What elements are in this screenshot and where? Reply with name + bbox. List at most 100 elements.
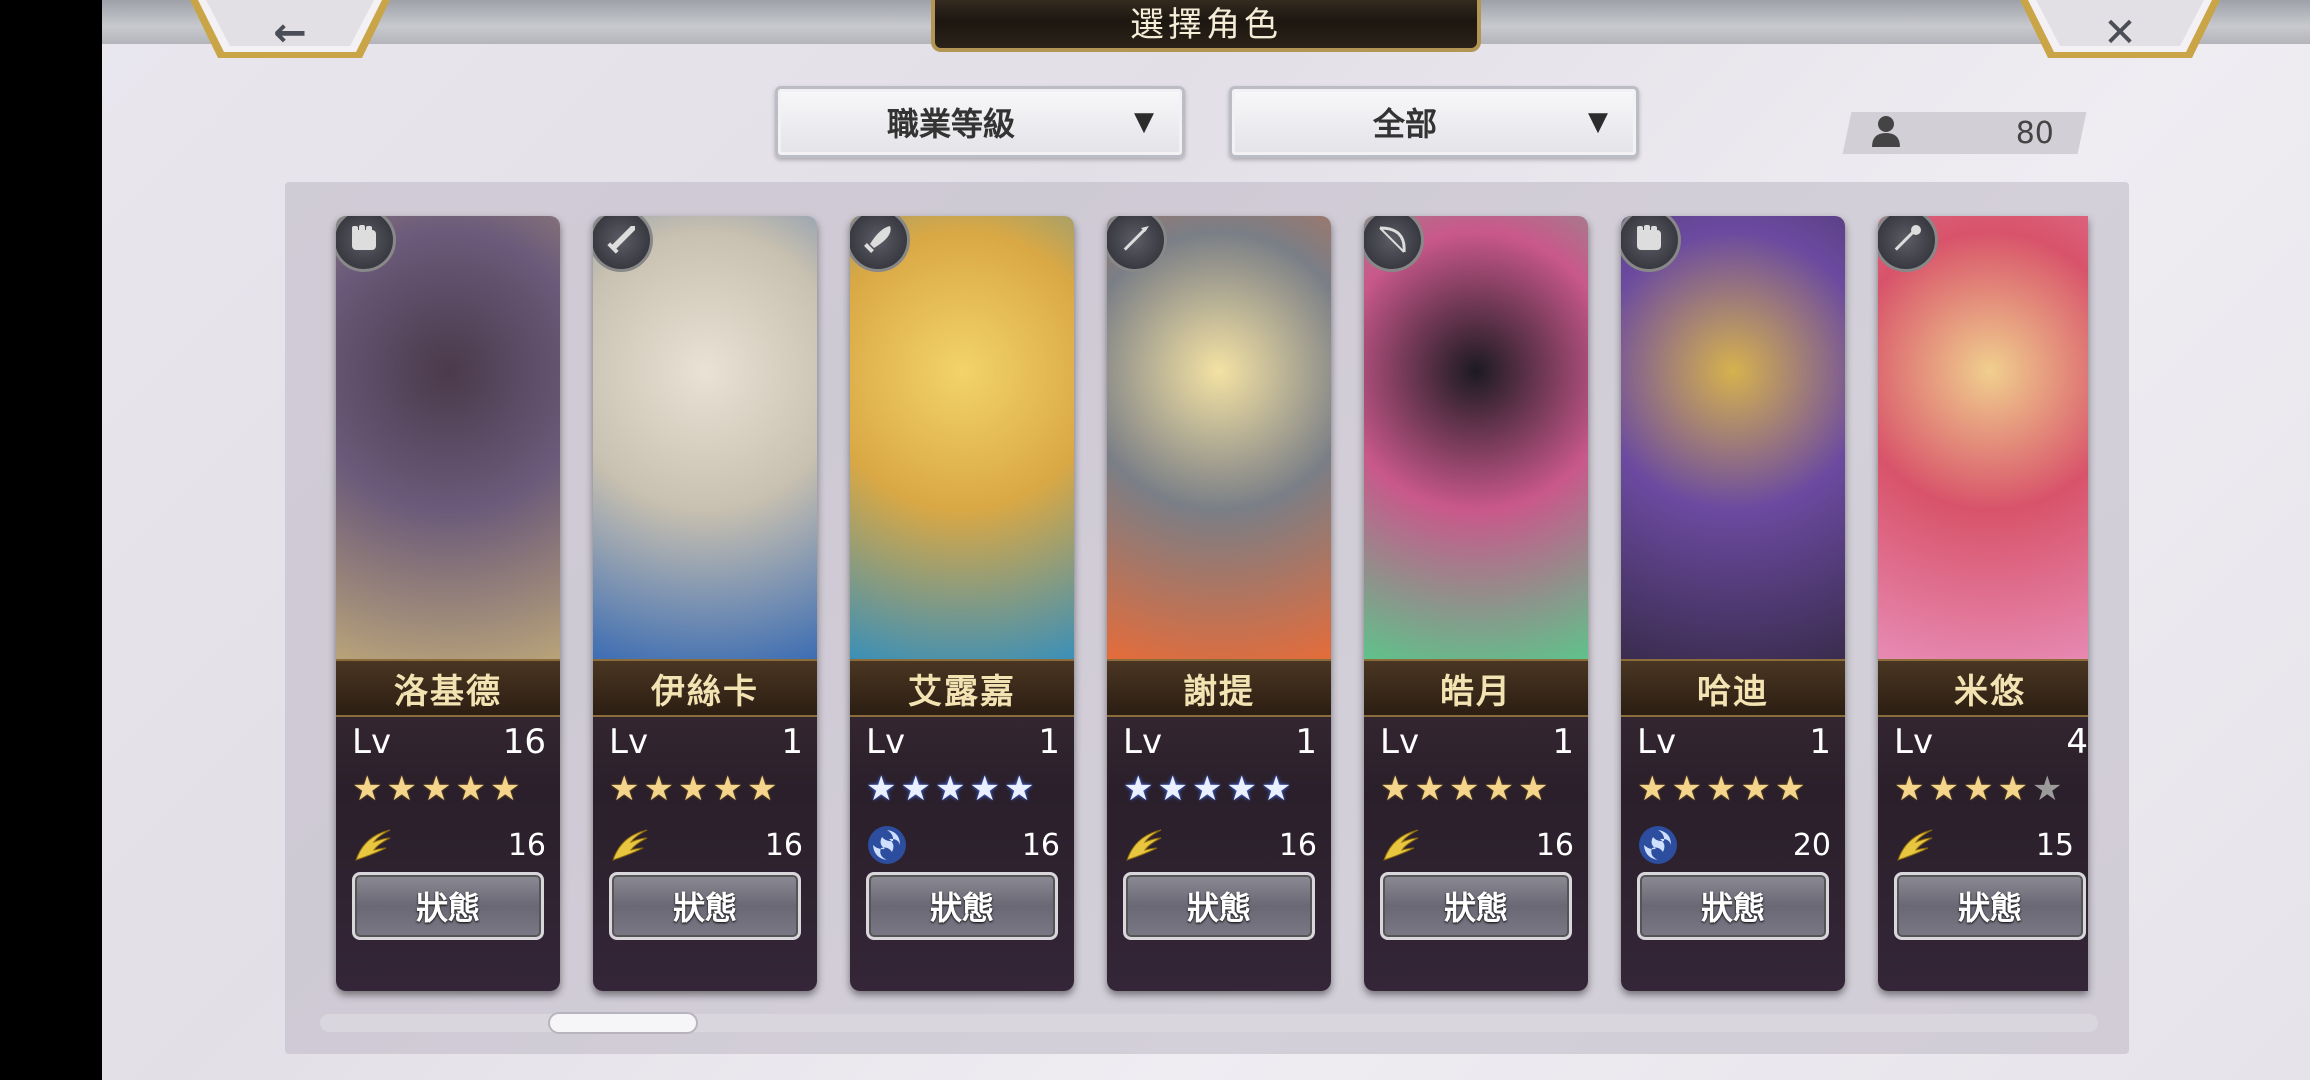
star-icon: ★ xyxy=(489,769,521,809)
star-icon: ★ xyxy=(1191,769,1223,809)
status-button-label: 狀態 xyxy=(1957,889,2022,927)
level-label: Lv xyxy=(1894,722,1934,762)
star-icon: ★ xyxy=(1928,769,1959,809)
status-button-label: 狀態 xyxy=(1443,889,1508,927)
character-name-plate: 米悠 xyxy=(1878,659,2088,717)
level-row: Lv 1 xyxy=(1621,722,1845,762)
close-button[interactable]: ✕ xyxy=(2020,0,2220,66)
star-icon: ★ xyxy=(677,769,709,809)
status-button[interactable]: 狀態 xyxy=(1637,872,1829,940)
back-button[interactable]: ← xyxy=(190,0,390,66)
star-icon: ★ xyxy=(1962,769,1994,809)
rarity-stars: ★ ★ ★ ★ ★ xyxy=(352,771,552,807)
character-card[interactable]: 皓月 Lv 1 ★ ★ ★ ★ ★ 16 狀態 xyxy=(1364,216,1588,991)
attribute-value: 16 xyxy=(1535,828,1574,863)
star-icon: ★ xyxy=(1123,769,1154,809)
sort-dropdown[interactable]: 職業等級 ▼ xyxy=(775,86,1185,158)
level-row: Lv 1 xyxy=(593,722,817,762)
roster-count: 80 xyxy=(2015,115,2054,151)
rarity-stars: ★ ★ ★ ★ ★ xyxy=(609,771,809,807)
attribute-value: 16 xyxy=(1021,828,1060,863)
level-row: Lv 1 xyxy=(850,722,1074,762)
character-card[interactable]: 洛基德 Lv 16 ★ ★ ★ ★ ★ 16 狀態 xyxy=(336,216,560,991)
wing-icon xyxy=(607,822,653,868)
star-icon: ★ xyxy=(1003,769,1035,809)
rarity-stars: ★ ★ ★ ★ ★ xyxy=(866,771,1066,807)
character-portrait xyxy=(1107,216,1331,659)
wing-icon xyxy=(350,822,396,868)
character-name: 伊絲卡 xyxy=(651,671,759,712)
level-label: Lv xyxy=(1123,722,1163,762)
status-button-label: 狀態 xyxy=(1186,889,1251,927)
status-button-label: 狀態 xyxy=(415,889,480,927)
wing-icon xyxy=(1121,822,1167,868)
character-portrait xyxy=(1621,216,1845,659)
character-name: 洛基德 xyxy=(394,671,502,712)
character-card[interactable]: 艾露嘉 Lv 1 ★ ★ ★ ★ ★ 16 狀態 xyxy=(850,216,1074,991)
star-icon: ★ xyxy=(1517,769,1549,809)
character-name-plate: 謝提 xyxy=(1107,659,1331,717)
character-name-plate: 洛基德 xyxy=(336,659,560,717)
star-icon: ★ xyxy=(1448,769,1480,809)
star-icon: ★ xyxy=(1483,769,1514,809)
level-row: Lv 1 xyxy=(1364,722,1588,762)
character-name-plate: 哈迪 xyxy=(1621,659,1845,717)
page-title: 選擇角色 xyxy=(1130,4,1282,45)
person-icon xyxy=(1871,115,1901,151)
level-label: Lv xyxy=(1637,722,1677,762)
character-name: 米悠 xyxy=(1954,671,2026,712)
status-button[interactable]: 狀態 xyxy=(352,872,544,940)
level-value: 1 xyxy=(1038,722,1060,762)
attribute-value: 16 xyxy=(764,828,803,863)
star-icon: ★ xyxy=(934,769,966,809)
status-button[interactable]: 狀態 xyxy=(1123,872,1315,940)
star-icon: ★ xyxy=(1380,769,1411,809)
level-label: Lv xyxy=(352,722,392,762)
swirl-icon xyxy=(864,822,910,868)
back-arrow-icon: ← xyxy=(273,10,307,56)
level-value: 1 xyxy=(1295,722,1317,762)
rarity-stars: ★ ★ ★ ★ ★ xyxy=(1637,771,1837,807)
character-card[interactable]: 謝提 Lv 1 ★ ★ ★ ★ ★ 16 狀態 xyxy=(1107,216,1331,991)
screen: ← 選擇角色 ✕ 職業等級 ▼ 全部 ▼ 80 洛基德 Lv 16 ★ ★ ★ … xyxy=(0,0,2310,1080)
level-value: 4 xyxy=(2066,722,2088,762)
star-icon: ★ xyxy=(746,769,778,809)
character-name: 謝提 xyxy=(1183,671,1255,712)
status-button[interactable]: 狀態 xyxy=(609,872,801,940)
attribute-value: 20 xyxy=(1792,828,1831,863)
level-label: Lv xyxy=(866,722,906,762)
star-icon: ★ xyxy=(900,769,931,809)
star-icon: ★ xyxy=(969,769,1000,809)
status-button[interactable]: 狀態 xyxy=(866,872,1058,940)
swirl-icon xyxy=(1635,822,1681,868)
status-button[interactable]: 狀態 xyxy=(1380,872,1572,940)
star-icon: ★ xyxy=(712,769,743,809)
star-icon: ★ xyxy=(609,769,640,809)
star-icon: ★ xyxy=(352,769,383,809)
character-name-plate: 伊絲卡 xyxy=(593,659,817,717)
attribute-value: 15 xyxy=(2035,828,2074,863)
close-icon: ✕ xyxy=(2103,10,2137,56)
star-icon: ★ xyxy=(1705,769,1737,809)
character-name: 艾露嘉 xyxy=(908,671,1016,712)
filter-dropdown[interactable]: 全部 ▼ xyxy=(1229,86,1639,158)
attribute-value: 16 xyxy=(507,828,546,863)
character-card[interactable]: 伊絲卡 Lv 1 ★ ★ ★ ★ ★ 16 狀態 xyxy=(593,216,817,991)
star-icon: ★ xyxy=(386,769,417,809)
star-icon: ★ xyxy=(1637,769,1668,809)
character-portrait xyxy=(336,216,560,659)
character-portrait xyxy=(1878,216,2088,659)
scrollbar-thumb[interactable] xyxy=(547,1012,698,1034)
character-name: 皓月 xyxy=(1440,671,1512,712)
star-icon: ★ xyxy=(455,769,486,809)
star-icon: ★ xyxy=(1226,769,1257,809)
status-button-label: 狀態 xyxy=(929,889,994,927)
character-card[interactable]: 哈迪 Lv 1 ★ ★ ★ ★ ★ 20 狀態 xyxy=(1621,216,1845,991)
character-card[interactable]: 米悠 Lv 4 ★ ★ ★ ★ ★ 15 狀態 xyxy=(1878,216,2088,991)
character-portrait xyxy=(593,216,817,659)
character-portrait xyxy=(850,216,1074,659)
rarity-stars: ★ ★ ★ ★ ★ xyxy=(1380,771,1580,807)
star-icon: ★ xyxy=(1894,769,1925,809)
status-button[interactable]: 狀態 xyxy=(1894,872,2086,940)
chevron-down-icon: ▼ xyxy=(1588,107,1608,137)
